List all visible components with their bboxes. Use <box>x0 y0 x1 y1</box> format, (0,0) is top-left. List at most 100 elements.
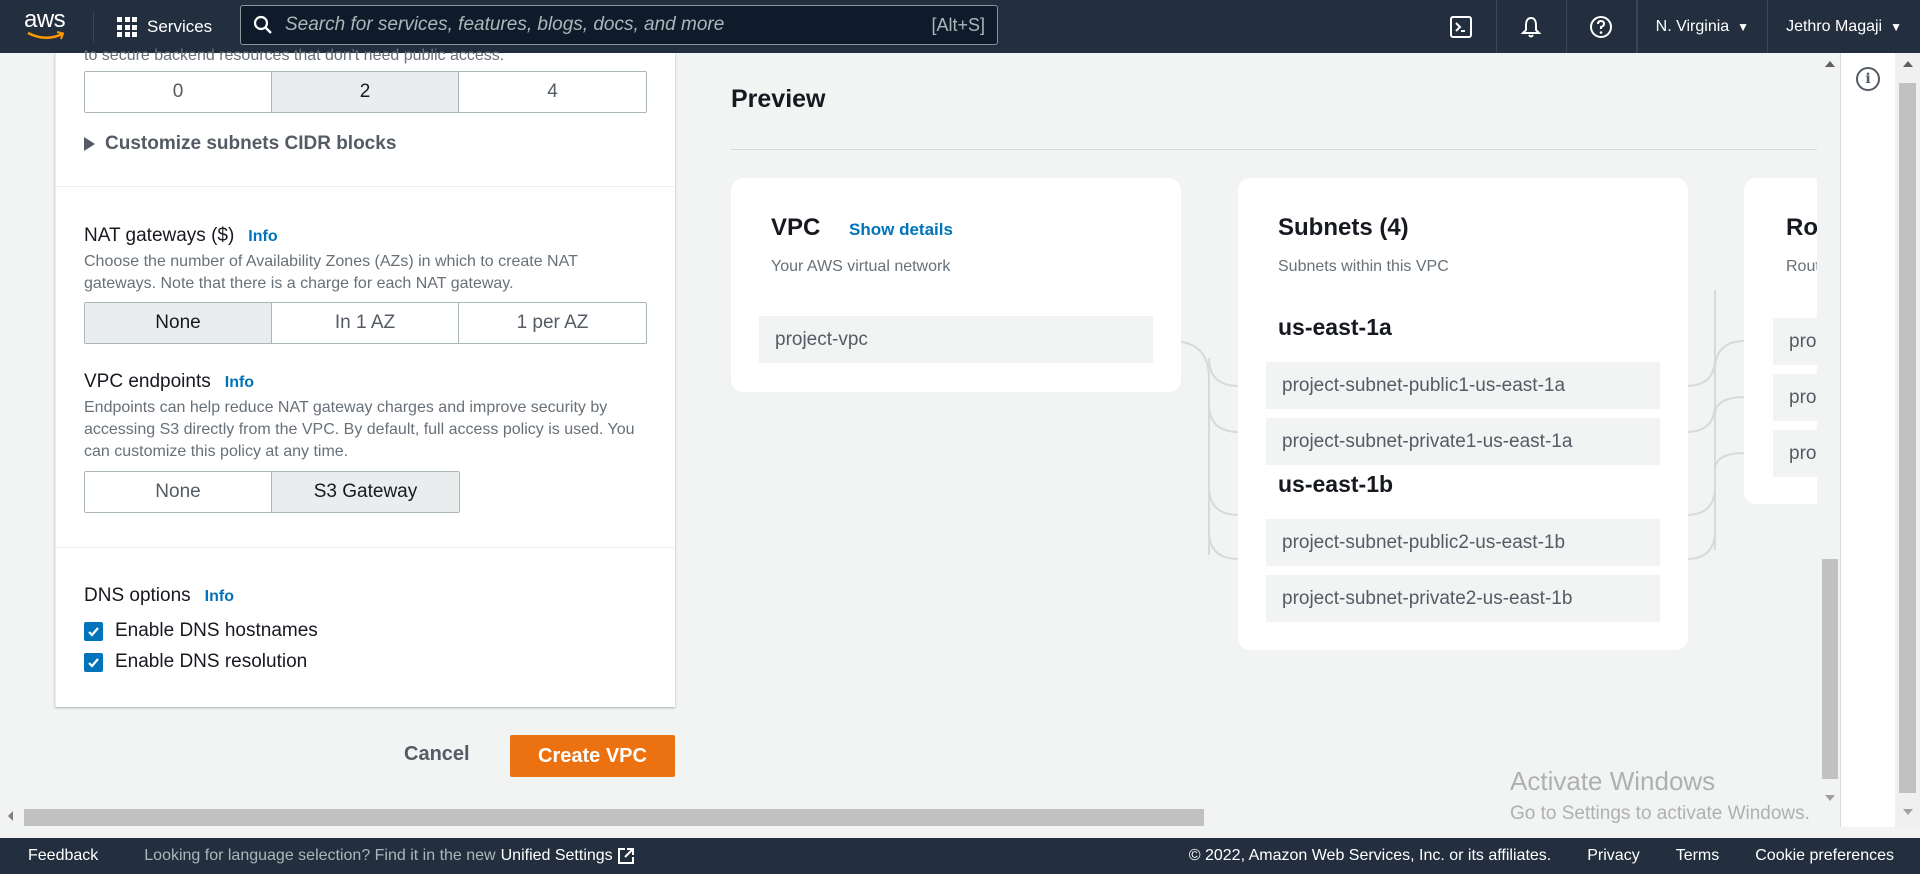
nat-option-none[interactable]: None <box>85 303 272 343</box>
scrollbar-thumb[interactable] <box>1899 83 1916 793</box>
region-label: N. Virginia <box>1655 17 1730 35</box>
privacy-link[interactable]: Privacy <box>1587 847 1639 865</box>
endpoint-option-none[interactable]: None <box>85 472 272 512</box>
terms-link[interactable]: Terms <box>1676 847 1720 865</box>
enable-dns-hostnames-checkbox[interactable]: Enable DNS hostnames <box>84 620 318 642</box>
search-input[interactable] <box>285 14 932 36</box>
section-divider <box>56 547 674 548</box>
subnets-card-title: Subnets (4) <box>1278 214 1409 241</box>
endpoint-option-s3-gateway[interactable]: S3 Gateway <box>272 472 459 512</box>
subnets-card: Subnets (4) Subnets within this VPC us-e… <box>1238 178 1688 650</box>
services-menu-button[interactable]: Services <box>117 13 212 41</box>
dns-options-label: DNS options Info <box>84 585 234 607</box>
az-heading-us-east-1a: us-east-1a <box>1278 314 1392 340</box>
aws-logo-text: aws <box>24 6 66 33</box>
private-subnets-option-0[interactable]: 0 <box>85 72 272 112</box>
cancel-button[interactable]: Cancel <box>404 743 470 766</box>
vpc-item[interactable]: project-vpc <box>759 316 1153 363</box>
unified-settings-link[interactable]: Unified Settings <box>501 847 635 865</box>
create-vpc-button[interactable]: Create VPC <box>510 735 675 777</box>
subnet-item[interactable]: project-subnet-public1-us-east-1a <box>1266 362 1660 409</box>
nat-gateways-description: Choose the number of Availability Zones … <box>84 253 578 292</box>
vpc-card-title-row: VPC Show details <box>771 214 953 242</box>
scrollbar-thumb[interactable] <box>1822 559 1838 779</box>
notifications-button[interactable] <box>1497 0 1567 53</box>
dns-options-info-link[interactable]: Info <box>205 588 234 606</box>
page-vertical-scrollbar[interactable] <box>1895 53 1920 827</box>
vpc-card: VPC Show details Your AWS virtual networ… <box>731 178 1181 392</box>
nav-right-group: N. Virginia ▼ Jethro Magaji ▼ <box>1427 0 1920 53</box>
info-panel-icon[interactable]: i <box>1856 67 1880 91</box>
page-horizontal-scrollbar[interactable] <box>0 806 1840 827</box>
enable-dns-resolution-checkbox[interactable]: Enable DNS resolution <box>84 651 307 673</box>
feedback-link[interactable]: Feedback <box>28 847 98 865</box>
route-tables-card-title: Ro <box>1786 214 1817 241</box>
scroll-up-arrow-icon[interactable] <box>1903 61 1913 67</box>
help-panel-rail: i <box>1840 53 1895 827</box>
vpc-card-title: VPC <box>771 214 821 241</box>
aws-smile-icon <box>27 31 65 40</box>
scroll-down-arrow-icon[interactable] <box>1903 809 1913 815</box>
scroll-up-arrow-icon[interactable] <box>1825 61 1835 67</box>
nat-gateways-title: NAT gateways ($) <box>84 225 235 246</box>
unified-settings-label: Unified Settings <box>500 847 613 864</box>
search-icon <box>253 15 272 34</box>
scroll-down-arrow-icon[interactable] <box>1825 795 1835 801</box>
vpc-endpoints-info-link[interactable]: Info <box>225 374 254 392</box>
section-divider <box>56 186 674 187</box>
footer: Feedback Looking for language selection?… <box>0 838 1920 874</box>
search-box[interactable]: [Alt+S] <box>240 5 998 45</box>
help-button[interactable] <box>1567 0 1637 53</box>
vpc-card-subtitle: Your AWS virtual network <box>771 258 951 275</box>
private-subnets-option-2[interactable]: 2 <box>272 72 459 112</box>
private-subnets-description: to secure backend resources that don't n… <box>84 47 505 64</box>
account-menu[interactable]: Jethro Magaji ▼ <box>1767 0 1920 53</box>
caret-right-icon <box>84 137 95 151</box>
subnet-item[interactable]: project-subnet-public2-us-east-1b <box>1266 519 1660 566</box>
copyright-text: © 2022, Amazon Web Services, Inc. or its… <box>1188 847 1552 864</box>
private-subnets-selector: 0 2 4 <box>84 71 647 113</box>
aws-logo[interactable]: aws <box>24 8 70 44</box>
enable-dns-resolution-label: Enable DNS resolution <box>115 651 308 672</box>
cloudshell-icon <box>1450 15 1473 38</box>
dns-options-title: DNS options <box>84 585 191 606</box>
nat-option-in-1-az[interactable]: In 1 AZ <box>272 303 459 343</box>
cloudshell-button[interactable] <box>1427 0 1497 53</box>
cookie-preferences-link[interactable]: Cookie preferences <box>1755 847 1894 865</box>
private-subnets-option-4[interactable]: 4 <box>459 72 646 112</box>
preview-diagram: VPC Show details Your AWS virtual networ… <box>731 150 1817 800</box>
vpc-endpoints-description: Endpoints can help reduce NAT gateway ch… <box>84 399 635 460</box>
scrollbar-thumb[interactable] <box>24 809 1204 826</box>
vpc-settings-panel: to secure backend resources that don't n… <box>55 47 675 707</box>
search-shortcut-hint: [Alt+S] <box>931 14 985 35</box>
grid-icon <box>117 17 137 37</box>
region-selector[interactable]: N. Virginia ▼ <box>1636 0 1767 53</box>
vpc-endpoints-title: VPC endpoints <box>84 371 211 392</box>
language-hint: Looking for language selection? Find it … <box>144 847 496 864</box>
vpc-endpoints-selector: None S3 Gateway <box>84 471 460 513</box>
preview-vertical-scrollbar[interactable] <box>1820 53 1840 813</box>
nat-gateways-label: NAT gateways ($) Info <box>84 225 278 247</box>
checkbox-checked-icon <box>84 621 103 641</box>
route-tables-card: Ro Rout pro pro pro <box>1744 178 1817 504</box>
subnet-item[interactable]: project-subnet-private1-us-east-1a <box>1266 418 1660 465</box>
nav-divider <box>93 12 94 42</box>
route-table-item[interactable]: pro <box>1773 318 1817 365</box>
scroll-left-arrow-icon[interactable] <box>8 811 13 821</box>
nat-option-1-per-az[interactable]: 1 per AZ <box>459 303 646 343</box>
show-details-link[interactable]: Show details <box>849 220 953 239</box>
customize-cidr-expander[interactable]: Customize subnets CIDR blocks <box>84 133 396 155</box>
caret-down-icon: ▼ <box>1890 19 1902 34</box>
nat-gateways-info-link[interactable]: Info <box>248 228 277 246</box>
subnets-card-subtitle: Subnets within this VPC <box>1278 258 1449 275</box>
subnet-item[interactable]: project-subnet-private2-us-east-1b <box>1266 575 1660 622</box>
footer-links: © 2022, Amazon Web Services, Inc. or its… <box>1189 847 1894 865</box>
customize-cidr-label: Customize subnets CIDR blocks <box>105 133 397 154</box>
external-link-icon <box>617 848 634 864</box>
enable-dns-hostnames-label: Enable DNS hostnames <box>115 620 318 641</box>
nat-gateways-selector: None In 1 AZ 1 per AZ <box>84 302 647 344</box>
az-heading-us-east-1b: us-east-1b <box>1278 471 1394 497</box>
route-table-item[interactable]: pro <box>1773 430 1817 477</box>
route-table-item[interactable]: pro <box>1773 374 1817 421</box>
top-navigation: aws Services [Alt+S] <box>0 0 1920 53</box>
